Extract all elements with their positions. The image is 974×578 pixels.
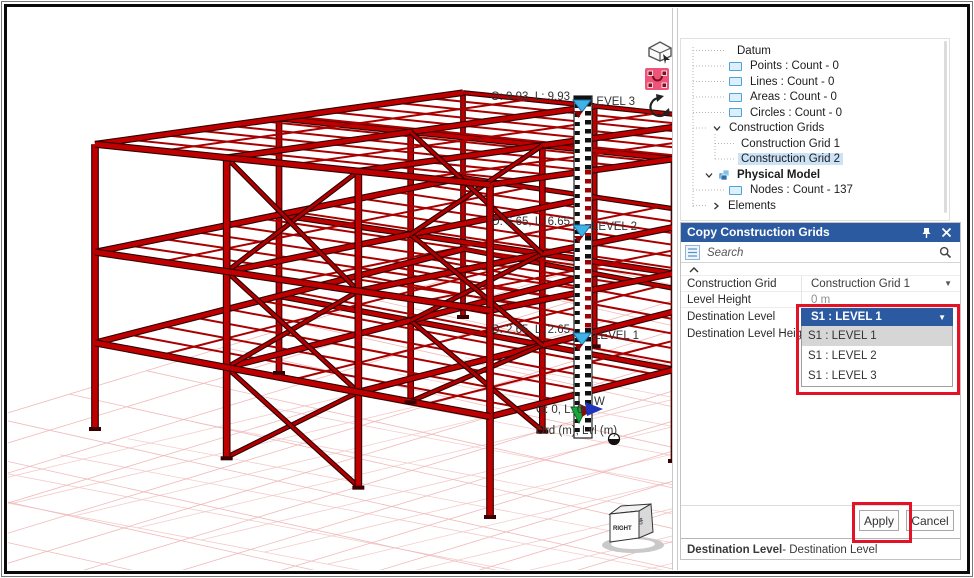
- cancel-button[interactable]: Cancel: [906, 510, 954, 531]
- level-name-label: LEVEL 1: [594, 330, 639, 342]
- right-panel: Datum Points : Count - 0 Lines : Count - 0…: [678, 8, 966, 570]
- level-height-field[interactable]: 0 m: [801, 292, 960, 307]
- element-type-icon: [729, 92, 742, 102]
- tree-item-construction-grid-1[interactable]: Construction Grid 1: [681, 136, 949, 152]
- tree-item-label: Lines : Count - 0: [750, 75, 835, 88]
- tree-item-label: Physical Model: [737, 168, 821, 181]
- level-coords-label: O: 2.65, L: 2.65: [490, 324, 570, 336]
- tree-item-circles-count-0[interactable]: Circles : Count - 0: [681, 105, 949, 121]
- tree-item-label: Nodes : Count - 137: [750, 184, 853, 197]
- search-icon[interactable]: [939, 246, 952, 259]
- model-tree: Datum Points : Count - 0 Lines : Count - 0…: [680, 38, 950, 221]
- tree-item-label: Points : Count - 0: [750, 60, 839, 73]
- panel-splitter-line: [677, 8, 678, 570]
- tree-item-points-count-0[interactable]: Points : Count - 0: [681, 59, 949, 75]
- close-icon[interactable]: [939, 225, 954, 240]
- compass-label: W: [594, 396, 605, 408]
- level-name-label: LEVEL 3: [590, 96, 635, 108]
- element-type-icon: [729, 185, 742, 195]
- view-cube-front-label: RIGHT: [613, 526, 632, 532]
- dropdown-option-2[interactable]: S1 : LEVEL 2: [802, 346, 952, 366]
- prop-label: Construction Grid: [687, 277, 777, 290]
- physical-model-icon: [718, 169, 730, 181]
- tree-item-datum[interactable]: Datum: [681, 43, 949, 59]
- tree-item-label: Elements: [728, 199, 776, 212]
- copy-construction-grids-dialog: Copy Construction Grids Search Construct…: [680, 222, 961, 560]
- tree-item-lines-count-0[interactable]: Lines : Count - 0: [681, 74, 949, 90]
- prop-label: Destination Level Height: [687, 328, 801, 340]
- element-type-icon: [729, 108, 742, 118]
- chevron-down-icon: ▼: [938, 312, 946, 322]
- pin-icon[interactable]: [919, 225, 934, 240]
- level-name-label: LEVEL 2: [592, 221, 637, 233]
- tree-item-label: Datum: [737, 44, 771, 57]
- element-type-icon: [729, 77, 742, 87]
- dropdown-selected-value[interactable]: S1 : LEVEL 1 ▼: [801, 308, 953, 326]
- tree-item-construction-grids[interactable]: Construction Grids: [681, 121, 949, 137]
- group-collapse-row[interactable]: [681, 263, 960, 276]
- model-viewport[interactable]: RIGHT UP O: 9.93, L: 9.93 LEVEL 3 O: 6.65, …: [8, 8, 672, 570]
- tree-item-elements[interactable]: Elements: [681, 198, 949, 214]
- search-input[interactable]: [705, 243, 929, 262]
- status-bar: Destination Level - Destination Level: [681, 538, 960, 560]
- prop-row-level-height: Level Height 0 m: [681, 292, 960, 308]
- application-window: RIGHT UP O: 9.93, L: 9.93 LEVEL 3 O: 6.65, …: [0, 0, 974, 578]
- search-row: [681, 242, 960, 263]
- chevron-down-icon: ▼: [944, 279, 952, 288]
- tree-item-label: Areas : Count - 0: [750, 91, 837, 104]
- construction-grid-select[interactable]: Construction Grid 1 ▼: [801, 276, 960, 291]
- status-field-name: Destination Level: [687, 543, 783, 556]
- panel-splitter[interactable]: [672, 8, 673, 570]
- chevron-down-icon[interactable]: [712, 123, 722, 133]
- tree-item-areas-count-0[interactable]: Areas : Count - 0: [681, 90, 949, 106]
- chevron-down-icon[interactable]: [704, 170, 714, 180]
- units-label: Ord (m), Lvl (m): [536, 425, 618, 437]
- prop-label: Level Height: [687, 293, 751, 306]
- structure-3d-scene[interactable]: RIGHTUP: [8, 8, 672, 570]
- dropdown-option-list: S1 : LEVEL 1 S1 : LEVEL 2 S1 : LEVEL 3: [801, 326, 953, 387]
- chevron-right-icon[interactable]: [711, 201, 721, 211]
- tree-scrollbar[interactable]: [944, 41, 947, 213]
- tree-item-label: Construction Grid 1: [741, 137, 841, 150]
- prop-row-construction-grid: Construction Grid Construction Grid 1 ▼: [681, 276, 960, 292]
- dropdown-option-3[interactable]: S1 : LEVEL 3: [802, 366, 952, 386]
- tree-item-physical-model[interactable]: Physical Model: [681, 167, 949, 183]
- tree-item-nodes-count-137[interactable]: Nodes : Count - 137: [681, 183, 949, 199]
- tree-item-label: Circles : Count - 0: [750, 106, 843, 119]
- tree-item-construction-grid-2[interactable]: Construction Grid 2: [681, 152, 949, 168]
- filter-list-icon: [685, 245, 700, 260]
- origin-coords-label: O: 0, L: 0: [536, 404, 584, 416]
- level-coords-label: O: 6.65, L: 6.65: [490, 216, 570, 228]
- status-field-desc: - Destination Level: [782, 543, 878, 556]
- dropdown-option-1[interactable]: S1 : LEVEL 1: [802, 326, 952, 346]
- apply-button[interactable]: Apply: [859, 510, 899, 531]
- button-separator: [681, 505, 960, 506]
- tree-item-label: Construction Grid 2: [738, 153, 844, 166]
- destination-level-dropdown: S1 : LEVEL 1 ▼ S1 : LEVEL 1 S1 : LEVEL 2S…: [801, 308, 953, 387]
- tree-item-label: Construction Grids: [729, 122, 825, 135]
- element-type-icon: [729, 61, 742, 71]
- prop-label: Destination Level: [687, 311, 776, 323]
- level-coords-label: O: 9.93, L: 9.93: [490, 91, 570, 103]
- chevron-up-icon: [689, 267, 699, 273]
